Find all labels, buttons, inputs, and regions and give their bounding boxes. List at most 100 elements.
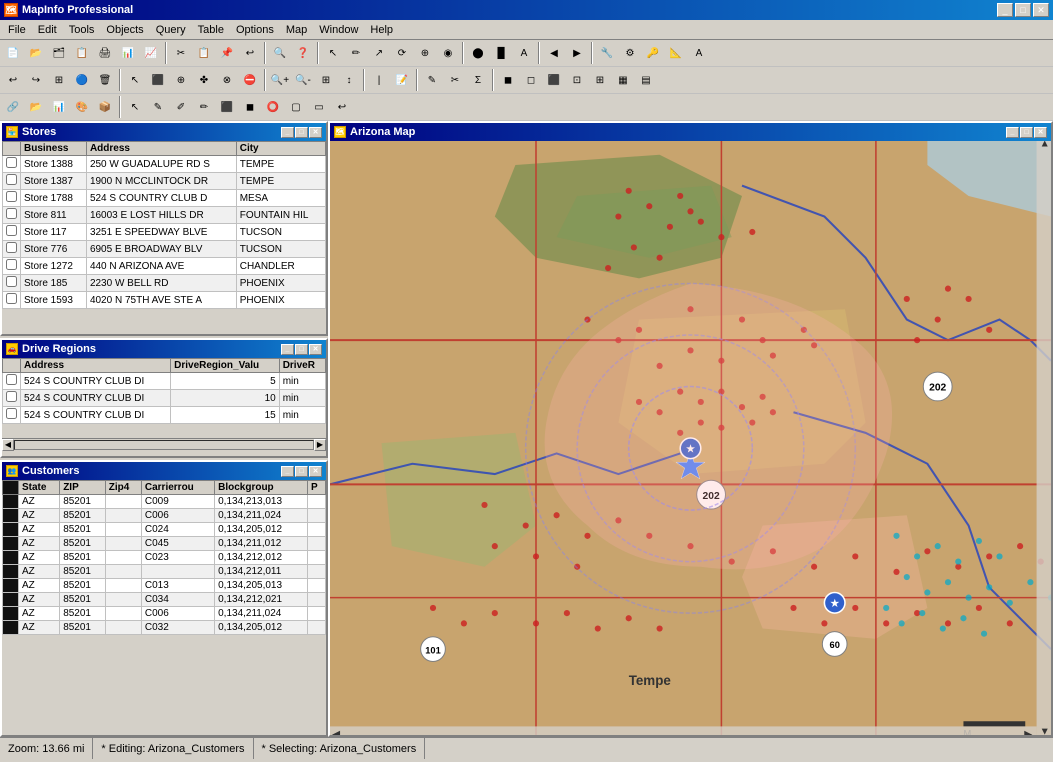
stores-col-address[interactable]: Address [86, 142, 236, 156]
tb2-btn25[interactable]: ⊞ [589, 69, 611, 91]
tb2-btn22[interactable]: ◻ [520, 69, 542, 91]
cust-col-zip[interactable]: ZIP [60, 481, 106, 495]
draw-button[interactable]: ✏ [345, 42, 367, 64]
table-row[interactable]: AZ 85201 C034 0,134,212,021 [3, 593, 326, 607]
row-checkbox[interactable] [6, 391, 17, 402]
menu-query[interactable]: Query [150, 22, 192, 38]
menu-file[interactable]: File [2, 22, 32, 38]
tb2-btn27[interactable]: ▤ [635, 69, 657, 91]
customers-maximize[interactable]: □ [295, 466, 308, 477]
tb2-btn6[interactable]: ↖ [124, 69, 146, 91]
tb2-btn1[interactable]: ↩ [2, 69, 24, 91]
tb-btn13[interactable]: ❓ [292, 42, 314, 64]
tb2-btn20[interactable]: Σ [467, 69, 489, 91]
zoom-full-button[interactable]: ⊞ [315, 69, 337, 91]
row-checkbox[interactable] [6, 191, 17, 202]
minimize-button[interactable]: _ [997, 3, 1013, 17]
tb3-btn5[interactable]: 📦 [94, 96, 116, 118]
drive-col-value[interactable]: DriveRegion_Valu [171, 359, 280, 373]
tb-btn26[interactable]: ⚙ [619, 42, 641, 64]
row-checkbox[interactable] [6, 157, 17, 168]
customers-table-wrapper[interactable]: State ZIP Zip4 Carrierrou Blockgroup P A… [2, 480, 326, 735]
menu-help[interactable]: Help [364, 22, 399, 38]
tb2-btn21[interactable]: ◼ [497, 69, 519, 91]
tb3-btn8[interactable]: ✐ [170, 96, 192, 118]
tb-btn25[interactable]: 🔧 [596, 42, 618, 64]
map-minimize[interactable]: _ [1006, 127, 1019, 138]
tb2-btn8[interactable]: ⊕ [170, 69, 192, 91]
cust-col-p[interactable]: P [308, 481, 326, 495]
tb2-btn16[interactable]: | [368, 69, 390, 91]
tb3-btn10[interactable]: ⬛ [216, 96, 238, 118]
tb2-btn7[interactable]: ⬛ [147, 69, 169, 91]
cust-col-carrier[interactable]: Carrierrou [141, 481, 214, 495]
tb2-btn11[interactable]: ⛔ [239, 69, 261, 91]
map-content[interactable]: 202 202 101 60 87 [330, 141, 1051, 735]
table-row[interactable]: Store 185 2230 W BELL RD PHOENIX [3, 275, 326, 292]
menu-map[interactable]: Map [280, 22, 313, 38]
drive-close[interactable]: ✕ [309, 344, 322, 355]
paste-button[interactable]: 📌 [216, 42, 238, 64]
tb-btn28[interactable]: 📐 [665, 42, 687, 64]
tb-btn21[interactable]: █ [490, 42, 512, 64]
tb-btn12[interactable]: 🔍 [269, 42, 291, 64]
table-row[interactable]: AZ 85201 C009 0,134,213,013 [3, 495, 326, 509]
tb-btn17[interactable]: ⟳ [391, 42, 413, 64]
menu-tools[interactable]: Tools [63, 22, 101, 38]
tb-btn20[interactable]: ⬤ [467, 42, 489, 64]
copy-button[interactable]: 📋 [193, 42, 215, 64]
tb-btn19[interactable]: ◉ [437, 42, 459, 64]
table-row[interactable]: Store 1593 4020 N 75TH AVE STE A PHOENIX [3, 292, 326, 309]
tb3-btn12[interactable]: ⭕ [262, 96, 284, 118]
tb2-btn19[interactable]: ✂ [444, 69, 466, 91]
menu-options[interactable]: Options [230, 22, 280, 38]
undo-button[interactable]: ↩ [239, 42, 261, 64]
customers-minimize[interactable]: _ [281, 466, 294, 477]
table-row[interactable]: AZ 85201 C024 0,134,205,012 [3, 523, 326, 537]
customers-close[interactable]: ✕ [309, 466, 322, 477]
row-checkbox[interactable] [6, 259, 17, 270]
table-row[interactable]: Store 117 3251 E SPEEDWAY BLVE TUCSON [3, 224, 326, 241]
menu-objects[interactable]: Objects [100, 22, 149, 38]
tb2-btn2[interactable]: ↪ [25, 69, 47, 91]
cut-button[interactable]: ✂ [170, 42, 192, 64]
tb3-btn14[interactable]: ▭ [308, 96, 330, 118]
table-row[interactable]: 524 S COUNTRY CLUB DI 15 min [3, 407, 326, 424]
tb3-btn4[interactable]: 🎨 [71, 96, 93, 118]
stores-col-city[interactable]: City [236, 142, 325, 156]
stores-minimize[interactable]: _ [281, 127, 294, 138]
tb2-btn9[interactable]: ✤ [193, 69, 215, 91]
map-close[interactable]: ✕ [1034, 127, 1047, 138]
tb-btn24[interactable]: ▶ [566, 42, 588, 64]
tb3-btn9[interactable]: ✏ [193, 96, 215, 118]
table-row[interactable]: Store 776 6905 E BROADWAY BLV TUCSON [3, 241, 326, 258]
table-row[interactable]: Store 811 16003 E LOST HILLS DR FOUNTAIN… [3, 207, 326, 224]
tb-btn29[interactable]: A [688, 42, 710, 64]
tb3-btn6[interactable]: ↖ [124, 96, 146, 118]
tb2-btn4[interactable]: 🔵 [71, 69, 93, 91]
tb2-btn24[interactable]: ⊡ [566, 69, 588, 91]
table-row[interactable]: AZ 85201 C032 0,134,205,012 [3, 621, 326, 635]
cust-col-zip4[interactable]: Zip4 [105, 481, 141, 495]
tb2-btn17[interactable]: 📝 [391, 69, 413, 91]
stores-close[interactable]: ✕ [309, 127, 322, 138]
table-row[interactable]: Store 1272 440 N ARIZONA AVE CHANDLER [3, 258, 326, 275]
menu-table[interactable]: Table [192, 22, 230, 38]
tb-btn5[interactable]: 🖨 [94, 42, 116, 64]
table-row[interactable]: AZ 85201 C045 0,134,211,012 [3, 537, 326, 551]
zoom-out-button[interactable]: 🔍- [292, 69, 314, 91]
table-row[interactable]: Store 1387 1900 N MCCLINTOCK DR TEMPE [3, 173, 326, 190]
tb2-btn5[interactable]: 🗑 [94, 69, 116, 91]
tb3-btn13[interactable]: ▢ [285, 96, 307, 118]
drive-hscroll[interactable]: ◀ ▶ [2, 438, 326, 450]
table-row[interactable]: Store 1388 250 W GUADALUPE RD S TEMPE [3, 156, 326, 173]
tb-btn16[interactable]: ↗ [368, 42, 390, 64]
tb-btn6[interactable]: 📊 [117, 42, 139, 64]
close-table-button[interactable]: 🗂 [48, 42, 70, 64]
row-checkbox[interactable] [6, 276, 17, 287]
drive-col-driver[interactable]: DriveR [279, 359, 325, 373]
new-button[interactable]: 📄 [2, 42, 24, 64]
cust-col-block[interactable]: Blockgroup [215, 481, 308, 495]
row-checkbox[interactable] [6, 242, 17, 253]
close-button[interactable]: ✕ [1033, 3, 1049, 17]
